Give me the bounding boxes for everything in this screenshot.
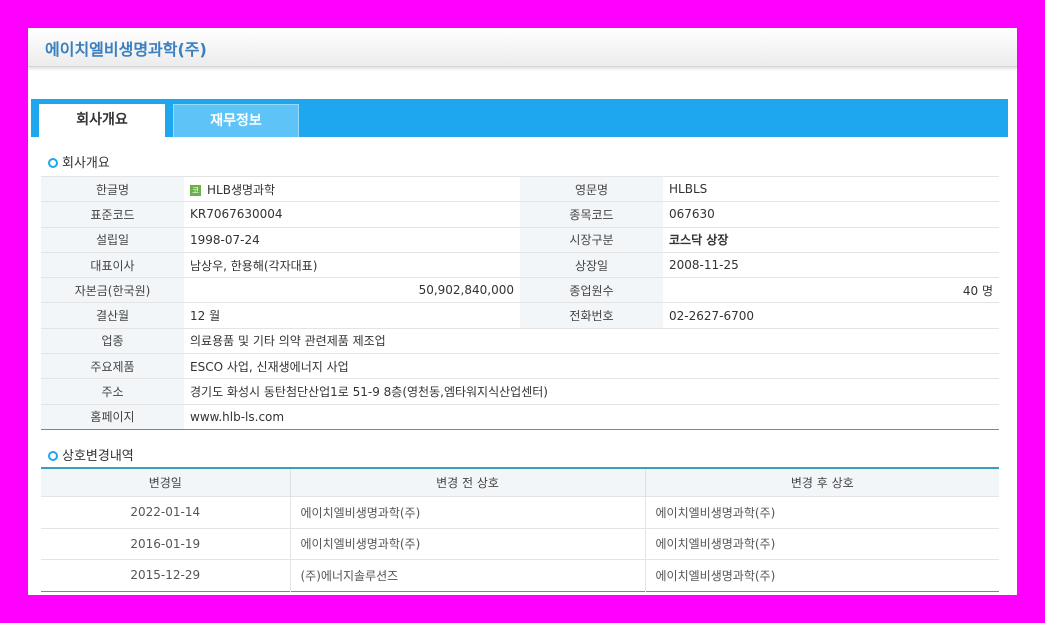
industry-value: 의료용품 및 기타 의약 관련제품 제조업 [184, 327, 999, 354]
founded-value: 1998-07-24 [184, 226, 520, 253]
change-date-cell: 2016-01-19 [41, 527, 291, 560]
table-row: 2022-01-14 에이치엘비생명과학(주) 에이치엘비생명과학(주) [41, 496, 999, 529]
table-row: 주소 경기도 화성시 동탄첨단산업1로 51-9 8층(영천동,엠타워지식산업센… [41, 378, 999, 405]
before-name-cell: 에이치엘비생명과학(주) [290, 527, 646, 560]
after-name-cell: 에이치엘비생명과학(주) [645, 559, 999, 592]
korean-name-value: 코 HLB생명과학 [184, 175, 520, 202]
tab-financial-info[interactable]: 재무정보 [173, 104, 299, 137]
market-value: 코스닥 상장 [663, 226, 999, 253]
phone-value: 02-2627-6700 [663, 302, 999, 329]
circle-bullet-icon [48, 450, 58, 461]
fiscal-label: 결산월 [41, 302, 184, 329]
homepage-link[interactable]: www.hlb-ls.com [184, 403, 999, 430]
address-value: 경기도 화성시 동탄첨단산업1로 51-9 8층(영천동,엠타워지식산업센터) [184, 378, 999, 405]
table-row: 대표이사 남상우, 한용해(각자대표) 상장일 2008-11-25 [41, 251, 999, 278]
listed-label: 상장일 [520, 251, 663, 278]
english-name-label: 영문명 [520, 175, 663, 202]
page-title: 에이치엘비생명과학(주) [45, 40, 207, 59]
circle-bullet-icon [48, 157, 58, 168]
ticker-label: 종목코드 [520, 201, 663, 228]
table-header-row: 변경일 변경 전 상호 변경 후 상호 [41, 468, 999, 497]
industry-label: 업종 [41, 327, 184, 354]
founded-label: 설립일 [41, 226, 184, 253]
change-date-cell: 2015-12-29 [41, 559, 291, 592]
table-row: 표준코드 KR7067630004 종목코드 067630 [41, 201, 999, 228]
ceo-label: 대표이사 [41, 251, 184, 278]
table-row: 결산월 12 월 전화번호 02-2627-6700 [41, 302, 999, 329]
kosdaq-badge-icon: 코 [190, 184, 201, 196]
history-section-label: 상호변경내역 [62, 449, 134, 464]
table-row: 홈페이지 www.hlb-ls.com [41, 403, 999, 430]
homepage-label: 홈페이지 [41, 403, 184, 430]
table-row: 2015-12-29 (주)에너지솔루션즈 에이치엘비생명과학(주) [41, 559, 999, 592]
tab-strip: 회사개요 재무정보 [31, 99, 1008, 137]
before-name-cell: (주)에너지솔루션즈 [290, 559, 646, 592]
table-row: 업종 의료용품 및 기타 의약 관련제품 제조업 [41, 327, 999, 354]
tab-company-overview[interactable]: 회사개요 [39, 104, 165, 137]
market-label: 시장구분 [520, 226, 663, 253]
table-row: 주요제품 ESCO 사업, 신재생에너지 사업 [41, 353, 999, 379]
std-code-value: KR7067630004 [184, 201, 520, 228]
change-date-cell: 2022-01-14 [41, 496, 291, 529]
before-name-cell: 에이치엘비생명과학(주) [290, 496, 646, 529]
table-row: 자본금(한국원) 50,902,840,000 종업원수 40 명 [41, 277, 999, 303]
capital-label: 자본금(한국원) [41, 277, 184, 303]
korean-name-text: HLB생명과학 [207, 182, 276, 197]
table-row: 한글명 코 HLB생명과학 영문명 HLBLS [41, 175, 999, 202]
overview-section-title: 회사개요 [48, 152, 110, 171]
korean-name-label: 한글명 [41, 175, 184, 202]
employees-value: 40 명 [663, 277, 999, 303]
column-header-change-date: 변경일 [41, 468, 291, 497]
history-section-title: 상호변경내역 [48, 445, 134, 464]
listed-value: 2008-11-25 [663, 251, 999, 278]
products-label: 주요제품 [41, 353, 184, 379]
ceo-value: 남상우, 한용해(각자대표) [184, 251, 520, 278]
company-info-window: 에이치엘비생명과학(주) 회사개요 재무정보 회사개요 한글명 코 HLB생명과학… [28, 28, 1017, 595]
table-row: 2016-01-19 에이치엘비생명과학(주) 에이치엘비생명과학(주) [41, 527, 999, 560]
english-name-value: HLBLS [663, 175, 999, 202]
std-code-label: 표준코드 [41, 201, 184, 228]
products-value: ESCO 사업, 신재생에너지 사업 [184, 353, 999, 379]
address-label: 주소 [41, 378, 184, 405]
employees-label: 종업원수 [520, 277, 663, 303]
column-header-after-name: 변경 후 상호 [645, 468, 999, 497]
after-name-cell: 에이치엘비생명과학(주) [645, 527, 999, 560]
fiscal-value: 12 월 [184, 302, 520, 329]
ticker-value: 067630 [663, 201, 999, 228]
company-overview-table: 한글명 코 HLB생명과학 영문명 HLBLS 표준코드 KR7067630004… [41, 175, 999, 430]
overview-section-label: 회사개요 [62, 156, 110, 171]
column-header-before-name: 변경 전 상호 [290, 468, 646, 497]
phone-label: 전화번호 [520, 302, 663, 329]
after-name-cell: 에이치엘비생명과학(주) [645, 496, 999, 529]
title-bar: 에이치엘비생명과학(주) [28, 28, 1017, 67]
name-change-history-table: 변경일 변경 전 상호 변경 후 상호 2022-01-14 에이치엘비생명과학… [41, 467, 999, 592]
capital-value: 50,902,840,000 [184, 277, 520, 303]
table-row: 설립일 1998-07-24 시장구분 코스닥 상장 [41, 226, 999, 253]
